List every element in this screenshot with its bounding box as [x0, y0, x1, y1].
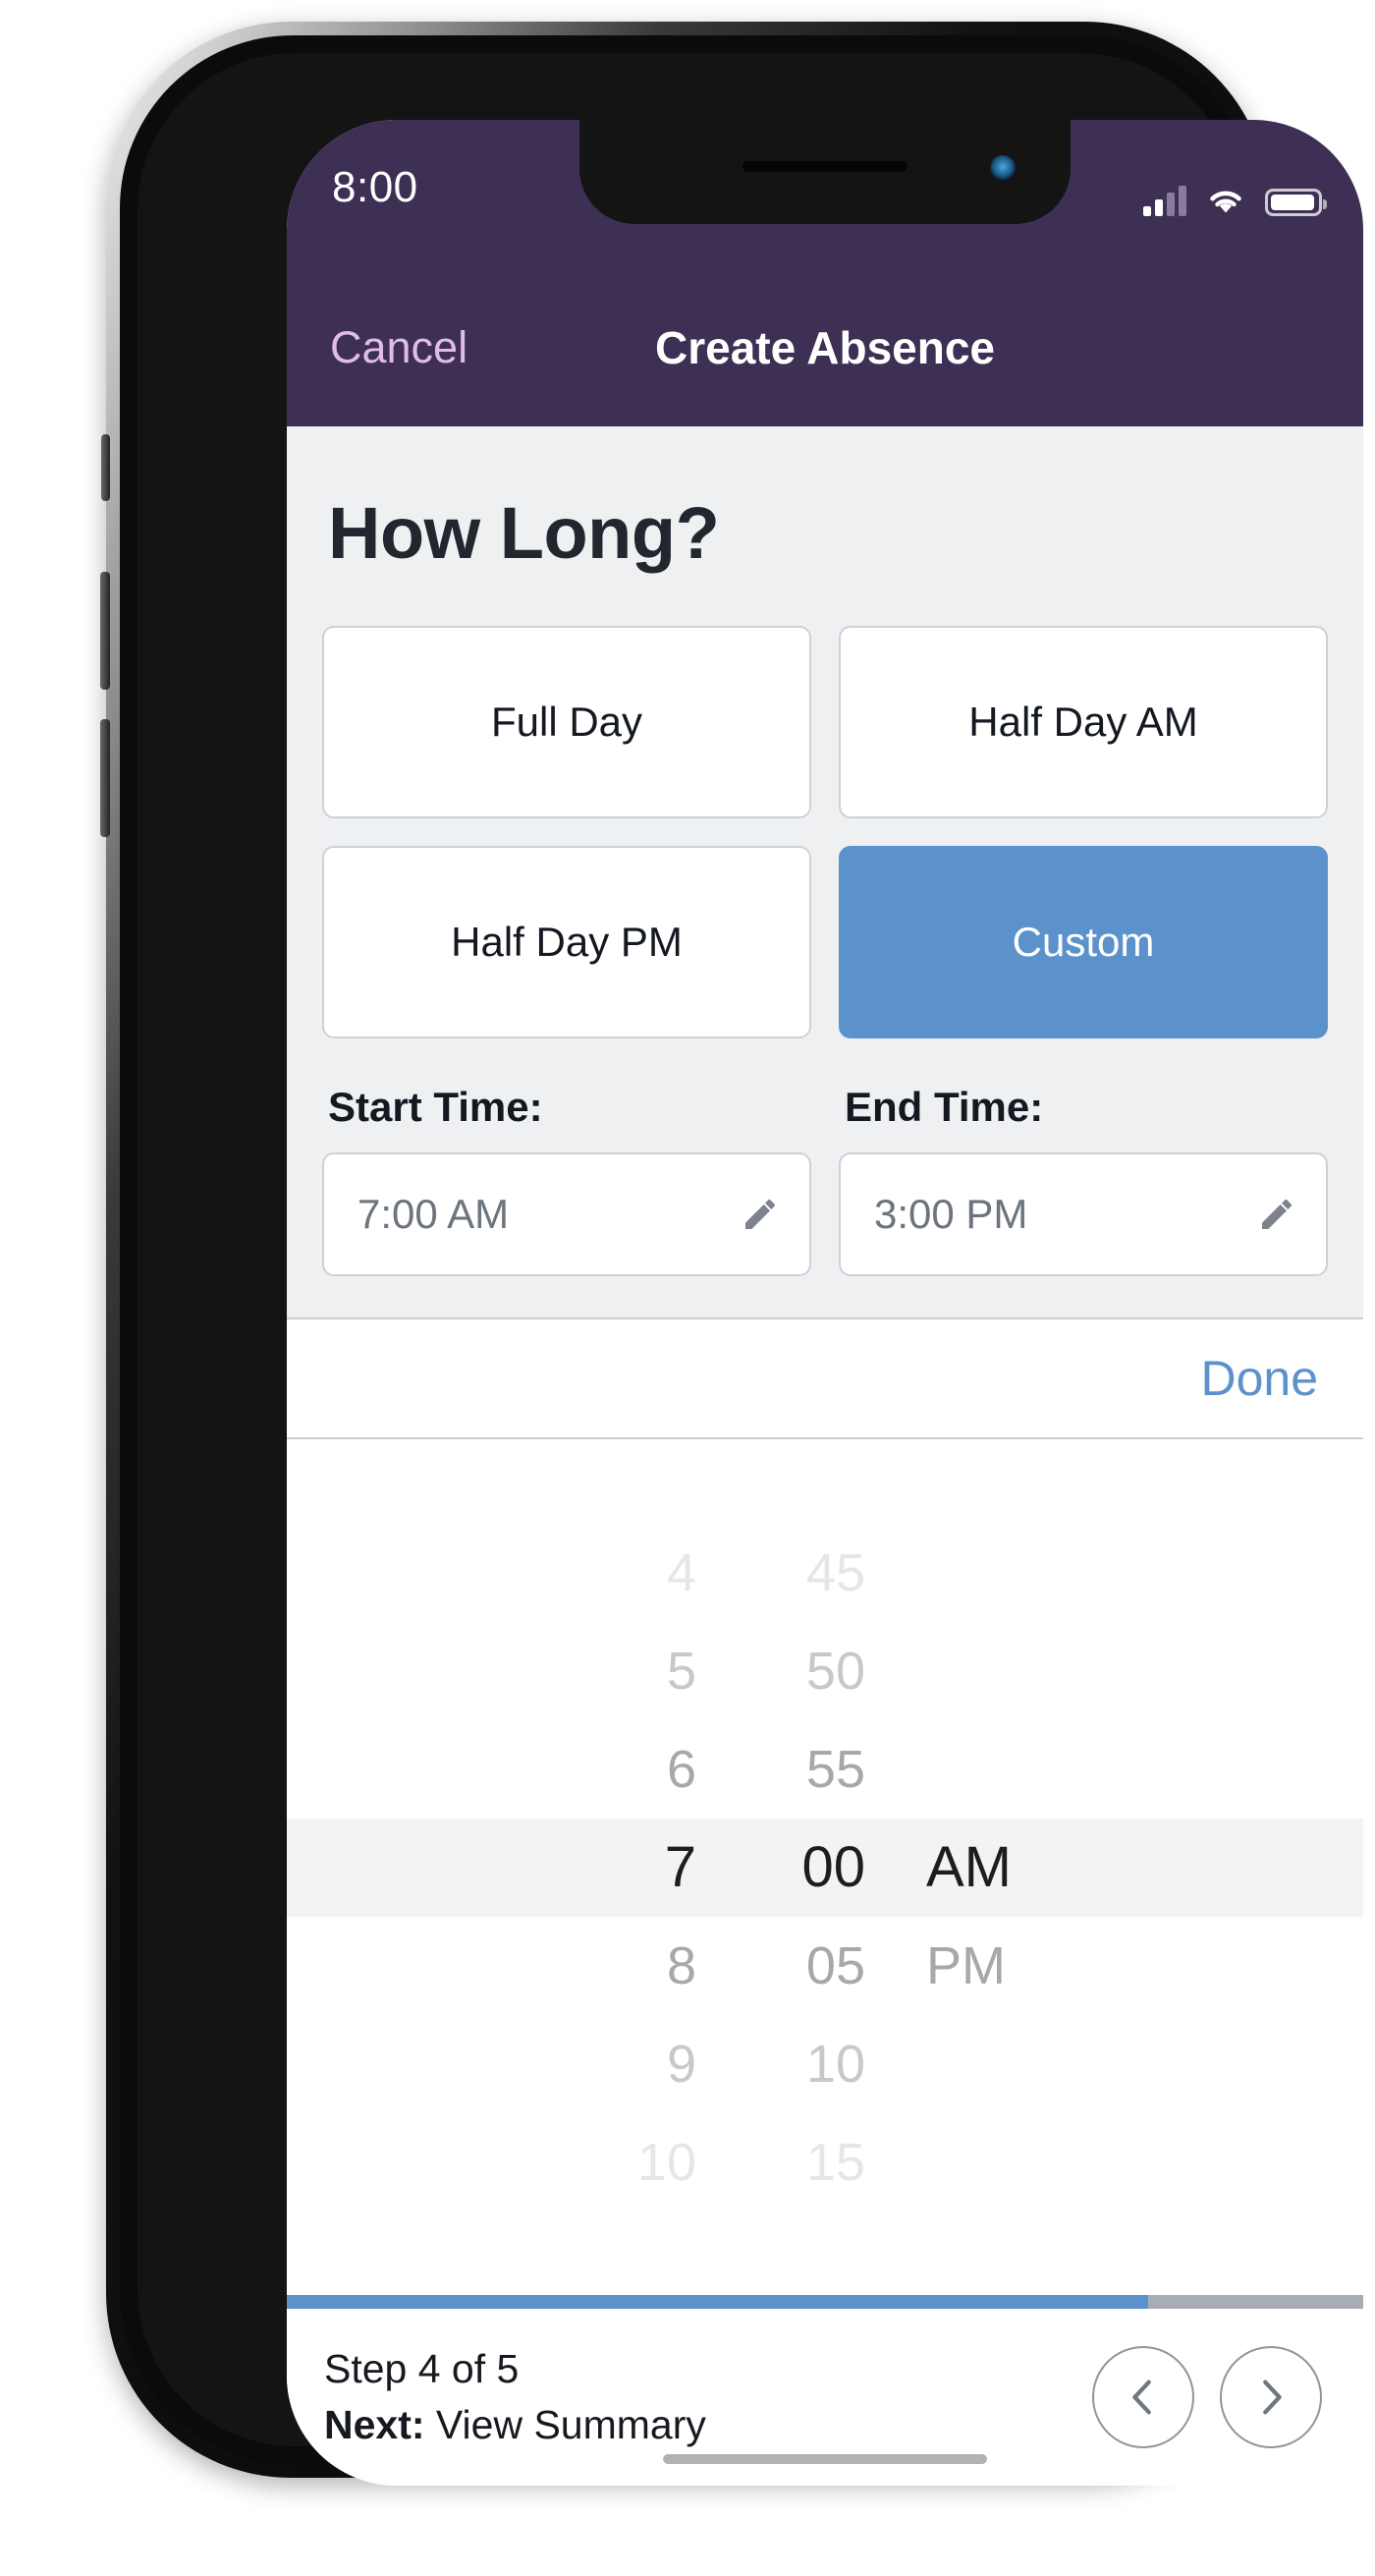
end-time-label: End Time: — [845, 1084, 1044, 1130]
end-time-value: 3:00 PM — [874, 1191, 1028, 1237]
picker-item[interactable]: PM — [905, 1917, 1111, 2015]
previous-step-button[interactable] — [1092, 2346, 1194, 2448]
next-step-button[interactable] — [1220, 2346, 1322, 2448]
battery-full-icon — [1265, 189, 1327, 216]
step-count-label: Step 4 of 5 — [324, 2346, 520, 2391]
picker-item-selected[interactable]: 00 — [722, 1819, 905, 1917]
progress-bar — [287, 2295, 1363, 2309]
start-time-value: 7:00 AM — [358, 1191, 510, 1237]
picker-column-hour[interactable]: 4 5 6 7 8 9 10 — [539, 1439, 722, 2295]
signal-bars-icon — [1143, 185, 1186, 216]
phone-midframe: 8:00 Cancel Create Absence How Long? Ful… — [120, 35, 1363, 2486]
volume-down-button[interactable] — [100, 719, 110, 837]
picker-item[interactable]: 5 — [539, 1622, 722, 1720]
phone-bezel: 8:00 Cancel Create Absence How Long? Ful… — [138, 53, 1363, 2486]
cancel-button[interactable]: Cancel — [330, 322, 468, 373]
done-button[interactable]: Done — [1200, 1350, 1318, 1407]
picker-item[interactable]: 50 — [722, 1622, 905, 1720]
end-time-input[interactable]: 3:00 PM — [839, 1152, 1328, 1276]
start-time-input[interactable]: 7:00 AM — [322, 1152, 811, 1276]
picker-item[interactable]: 10 — [539, 2113, 722, 2212]
picker-columns: 4 5 6 7 8 9 10 45 50 55 00 05 10 15 AM P… — [287, 1439, 1363, 2295]
picker-item[interactable]: 55 — [722, 1720, 905, 1819]
volume-up-button[interactable] — [100, 572, 110, 690]
phone-frame: 8:00 Cancel Create Absence How Long? Ful… — [100, 22, 1363, 2486]
start-time-label: Start Time: — [328, 1084, 543, 1130]
duration-option-full-day[interactable]: Full Day — [322, 626, 811, 818]
silent-switch[interactable] — [101, 434, 110, 501]
earpiece-speaker — [742, 161, 908, 172]
duration-option-custom[interactable]: Custom — [839, 846, 1328, 1038]
step-indicator: Step 4 of 5 Next: View Summary — [324, 2346, 706, 2448]
page-title: Create Absence — [654, 322, 996, 373]
duration-form: How Long? Full Day Half Day AM Half Day … — [287, 426, 1363, 1317]
wifi-icon — [1206, 187, 1245, 216]
picker-item[interactable] — [905, 1720, 1111, 1819]
picker-item-selected[interactable]: 7 — [539, 1819, 722, 1917]
picker-item[interactable] — [905, 2015, 1111, 2113]
picker-item[interactable]: 9 — [539, 2015, 722, 2113]
wizard-nav-buttons — [1092, 2346, 1322, 2448]
picker-item[interactable]: 4 — [539, 1524, 722, 1622]
section-heading: How Long? — [328, 492, 720, 574]
chevron-left-icon — [1121, 2375, 1166, 2420]
pencil-icon[interactable] — [741, 1195, 780, 1234]
next-prefix: Next: — [324, 2402, 425, 2447]
next-step-label: Next: View Summary — [324, 2402, 706, 2448]
picker-item[interactable]: 45 — [722, 1524, 905, 1622]
navigation-bar: Cancel Create Absence — [287, 269, 1363, 426]
duration-option-label: Half Day AM — [968, 699, 1198, 745]
screen-content: How Long? Full Day Half Day AM Half Day … — [287, 426, 1363, 2486]
picker-item[interactable] — [905, 1524, 1111, 1622]
home-indicator — [663, 2454, 987, 2464]
picker-item[interactable]: 10 — [722, 2015, 905, 2113]
duration-option-grid: Full Day Half Day AM Half Day PM Custom — [322, 626, 1328, 1038]
picker-item[interactable] — [905, 1622, 1111, 1720]
progress-bar-fill — [287, 2295, 1148, 2309]
screenshot-root: 8:00 Cancel Create Absence How Long? Ful… — [0, 0, 1375, 2576]
picker-column-minute[interactable]: 45 50 55 00 05 10 15 — [722, 1439, 905, 2295]
time-fields-row: Start Time: 7:00 AM End Time: 3:00 PM — [322, 1038, 1328, 1317]
phone-screen: 8:00 Cancel Create Absence How Long? Ful… — [287, 120, 1363, 2486]
picker-toolbar: Done — [287, 1317, 1363, 1439]
duration-option-half-day-pm[interactable]: Half Day PM — [322, 846, 811, 1038]
duration-option-label: Half Day PM — [451, 919, 683, 965]
picker-item-selected[interactable]: AM — [905, 1819, 1111, 1917]
status-bar: 8:00 — [287, 120, 1363, 269]
front-camera — [990, 155, 1016, 181]
picker-item[interactable] — [905, 2113, 1111, 2212]
duration-option-label: Custom — [1012, 919, 1155, 965]
status-bar-icons — [1143, 171, 1327, 216]
picker-item[interactable]: 15 — [722, 2113, 905, 2212]
time-picker[interactable]: 4 5 6 7 8 9 10 45 50 55 00 05 10 15 AM P… — [287, 1439, 1363, 2295]
status-bar-clock: 8:00 — [332, 163, 418, 211]
start-time-group: Start Time: 7:00 AM — [322, 1084, 811, 1276]
picker-item[interactable]: 6 — [539, 1720, 722, 1819]
end-time-group: End Time: 3:00 PM — [839, 1084, 1328, 1276]
phone-notch — [579, 120, 1071, 224]
duration-option-half-day-am[interactable]: Half Day AM — [839, 626, 1328, 818]
picker-column-period[interactable]: AM PM — [905, 1439, 1111, 2295]
picker-item[interactable]: 8 — [539, 1917, 722, 2015]
pencil-icon[interactable] — [1257, 1195, 1296, 1234]
next-value: View Summary — [424, 2402, 706, 2447]
chevron-right-icon — [1248, 2375, 1293, 2420]
duration-option-label: Full Day — [490, 699, 643, 745]
picker-item[interactable]: 05 — [722, 1917, 905, 2015]
